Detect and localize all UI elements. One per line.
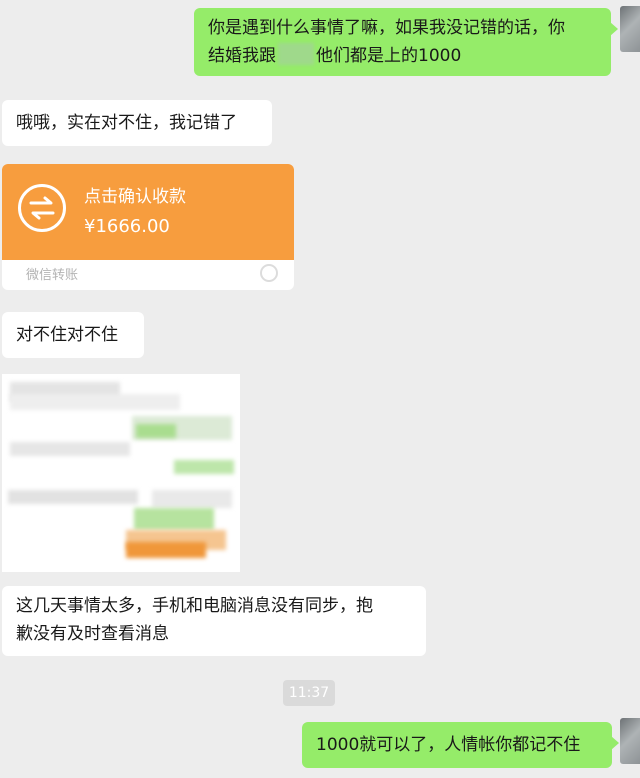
incoming-message[interactable]: 对不住对不住: [2, 312, 144, 358]
outgoing-message[interactable]: 你是遇到什么事情了嘛，如果我没记错的话，你 结婚我跟 他们都是上的1000: [194, 8, 618, 76]
blur-block: [10, 442, 130, 456]
wechat-pay-icon: [260, 264, 278, 282]
message-text: 结婚我跟: [208, 46, 276, 66]
blur-block: [134, 508, 214, 530]
incoming-message[interactable]: 哦哦，实在对不住，我记错了: [2, 100, 272, 146]
blurred-screenshot-image[interactable]: [2, 374, 240, 572]
message-line: 你是遇到什么事情了嘛，如果我没记错的话，你: [208, 18, 565, 38]
message-text: 他们都是上的1000: [316, 46, 462, 66]
blur-block: [136, 424, 176, 438]
message-line: 这几天事情太多，手机和电脑消息没有同步，抱: [16, 596, 373, 616]
outgoing-message[interactable]: 1000就可以了，人情帐你都记不住: [302, 722, 619, 768]
incoming-message[interactable]: 这几天事情太多，手机和电脑消息没有同步，抱 歉没有及时查看消息: [2, 586, 426, 656]
blur-block: [8, 490, 138, 504]
transfer-icon: [18, 184, 66, 232]
blur-block: [126, 542, 206, 558]
message-text: 对不住对不住: [16, 325, 118, 345]
blur-block: [174, 460, 234, 474]
transfer-status: 点击确认收款: [84, 187, 186, 207]
avatar[interactable]: [620, 6, 640, 52]
transfer-amount: ¥1666.00: [84, 216, 170, 237]
transfer-header[interactable]: 点击确认收款 ¥1666.00: [2, 164, 294, 260]
blur-block: [152, 490, 232, 508]
avatar[interactable]: [620, 718, 640, 764]
timestamp: 11:37: [283, 680, 335, 706]
message-text: 1000就可以了，人情帐你都记不住: [316, 735, 581, 755]
transfer-card[interactable]: 点击确认收款 ¥1666.00 微信转账: [2, 164, 294, 290]
message-line: 结婚我跟 他们都是上的1000: [208, 42, 597, 70]
message-line: 歉没有及时查看消息: [16, 624, 169, 644]
message-text: 哦哦，实在对不住，我记错了: [16, 113, 237, 133]
blur-block: [10, 394, 180, 410]
redacted-name: [278, 43, 314, 65]
transfer-footer-label: 微信转账: [26, 268, 79, 283]
